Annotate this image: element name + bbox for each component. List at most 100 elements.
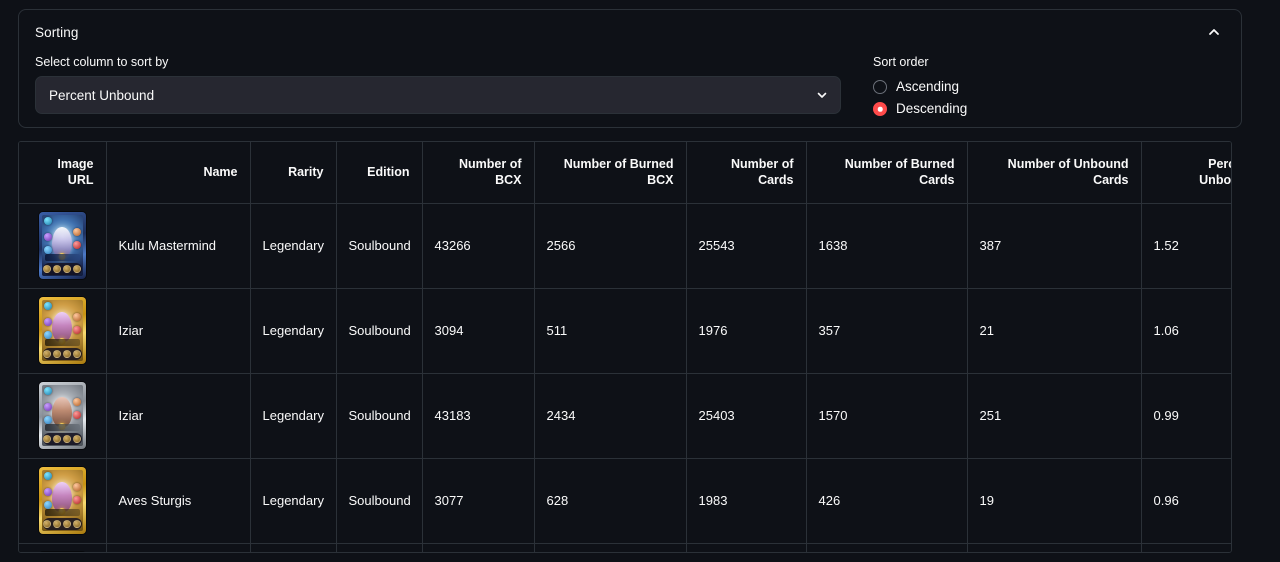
card-health-icon <box>72 411 81 419</box>
card-image-thumbnail[interactable] <box>38 297 86 364</box>
column-header-image-url[interactable]: Image URL <box>19 142 107 204</box>
card-art <box>41 470 83 531</box>
radio-ascending[interactable]: Ascending <box>873 76 1225 98</box>
column-header-percent-unbound[interactable]: Percent Unbound <box>1141 142 1231 204</box>
cell-number-of-burned-bcx: 2434 <box>534 373 687 459</box>
sort-order-group: Sort order Ascending Descending <box>855 54 1225 120</box>
cell-edition <box>336 543 423 552</box>
column-header-name[interactable]: Name <box>106 142 251 204</box>
cell-edition: Soulbound <box>336 288 423 374</box>
radio-descending-label: Descending <box>896 101 968 116</box>
card-art <box>41 300 83 361</box>
cell-number-of-burned-bcx: 628 <box>534 458 687 544</box>
card-speed-icon <box>43 331 52 339</box>
cell-rarity <box>250 543 337 552</box>
column-header-number-of-burned-cards[interactable]: Number of Burned Cards <box>806 142 968 204</box>
cell-number-of-cards: 1983 <box>686 458 807 544</box>
card-speed-icon <box>43 501 52 509</box>
table-body: Kulu Mastermind Legendary Soulbound 43266 25… <box>19 203 1231 553</box>
chevron-down-icon[interactable] <box>814 87 830 103</box>
table-row[interactable]: Iziar Legendary Soulbound 3094 511 1976 357 21 1… <box>19 288 1231 374</box>
column-header-number-of-burned-bcx[interactable]: Number of Burned BCX <box>534 142 687 204</box>
cell-number-of-cards <box>686 543 807 552</box>
cell-number-of-unbound-cards: 387 <box>967 203 1142 289</box>
cell-rarity: Legendary <box>250 373 337 459</box>
data-table-container[interactable]: Image URL Name Rarity Edition Number of … <box>18 141 1232 553</box>
cell-image-url[interactable] <box>19 458 107 544</box>
card-armor-icon <box>72 228 81 236</box>
cell-rarity: Legendary <box>250 458 337 544</box>
card-image-thumbnail[interactable] <box>38 212 86 279</box>
card-armor-icon <box>72 483 81 491</box>
cell-number-of-cards: 25543 <box>686 203 807 289</box>
card-ability-icon <box>43 520 52 528</box>
card-ability-icon <box>63 520 72 528</box>
cell-number-of-burned-cards: 1570 <box>806 373 968 459</box>
cell-number-of-burned-cards <box>806 543 968 552</box>
cell-number-of-burned-cards: 426 <box>806 458 968 544</box>
sort-column-group: Select column to sort by Percent Unbound <box>35 54 855 120</box>
chevron-up-icon[interactable] <box>1203 21 1225 43</box>
card-ability-bar <box>42 263 82 275</box>
cell-number-of-bcx: 43183 <box>422 373 535 459</box>
cell-number-of-cards: 25403 <box>686 373 807 459</box>
sorting-panel-body: Select column to sort by Percent Unbound… <box>35 54 1225 120</box>
card-ability-icon <box>63 265 72 273</box>
radio-descending[interactable]: Descending <box>873 98 1225 120</box>
cell-percent-unbound: 1.52 <box>1141 203 1231 289</box>
card-ability-icon <box>73 265 82 273</box>
card-ability-icon <box>63 350 72 358</box>
cell-image-url[interactable] <box>19 203 107 289</box>
cell-rarity: Legendary <box>250 203 337 289</box>
radio-descending-mark <box>873 102 887 116</box>
cell-image-url[interactable] <box>19 543 107 553</box>
cell-rarity: Legendary <box>250 288 337 374</box>
cell-edition: Soulbound <box>336 373 423 459</box>
sorting-panel-header[interactable]: Sorting <box>35 22 1225 42</box>
card-speed-icon <box>43 416 52 424</box>
column-header-number-of-bcx[interactable]: Number of BCX <box>422 142 535 204</box>
table-row[interactable]: Iziar Legendary Soulbound 43183 2434 25403 157… <box>19 373 1231 459</box>
radio-ascending-mark <box>873 80 887 94</box>
cell-number-of-unbound-cards <box>967 543 1142 552</box>
card-image-thumbnail[interactable] <box>38 382 86 449</box>
cell-percent-unbound: 0.99 <box>1141 373 1231 459</box>
cell-name: Iziar <box>106 288 251 374</box>
card-mana-icon <box>43 472 52 480</box>
sort-column-select[interactable]: Percent Unbound <box>35 76 841 114</box>
card-ability-bar <box>42 433 82 445</box>
card-name-plate <box>44 339 80 346</box>
cell-image-url[interactable] <box>19 373 107 459</box>
card-image-thumbnail[interactable] <box>38 467 86 534</box>
card-name-plate <box>44 424 80 431</box>
cell-number-of-unbound-cards: 21 <box>967 288 1142 374</box>
cell-number-of-burned-bcx: 2566 <box>534 203 687 289</box>
cell-edition: Soulbound <box>336 458 423 544</box>
card-ability-icon <box>73 350 82 358</box>
card-art <box>41 385 83 446</box>
cell-number-of-burned-cards: 357 <box>806 288 968 374</box>
table-row[interactable]: Kulu Mastermind Legendary Soulbound 43266 25… <box>19 203 1231 289</box>
sort-order-label: Sort order <box>873 55 929 69</box>
card-armor-icon <box>72 313 81 321</box>
column-header-edition[interactable]: Edition <box>336 142 423 204</box>
column-header-number-of-cards[interactable]: Number of Cards <box>686 142 807 204</box>
card-ability-bar <box>42 348 82 360</box>
cell-image-url[interactable] <box>19 288 107 374</box>
card-speed-icon <box>43 246 52 254</box>
table-row[interactable]: Aves Sturgis Legendary Soulbound 3077 628 198… <box>19 458 1231 544</box>
column-header-number-of-unbound-cards[interactable]: Number of Unbound Cards <box>967 142 1142 204</box>
table-row[interactable] <box>19 543 1231 553</box>
card-ability-icon <box>43 265 52 273</box>
radio-ascending-label: Ascending <box>896 79 960 94</box>
card-image-thumbnail[interactable] <box>39 552 86 553</box>
column-header-rarity[interactable]: Rarity <box>250 142 337 204</box>
card-health-icon <box>72 326 81 334</box>
card-ability-icon <box>53 350 62 358</box>
data-table: Image URL Name Rarity Edition Number of … <box>19 142 1231 553</box>
table-header-row: Image URL Name Rarity Edition Number of … <box>19 142 1231 204</box>
card-magic-icon <box>43 488 52 496</box>
cell-number-of-cards: 1976 <box>686 288 807 374</box>
card-mana-icon <box>43 387 52 395</box>
sorting-panel: Sorting Select column to sort by Percent… <box>18 9 1242 128</box>
